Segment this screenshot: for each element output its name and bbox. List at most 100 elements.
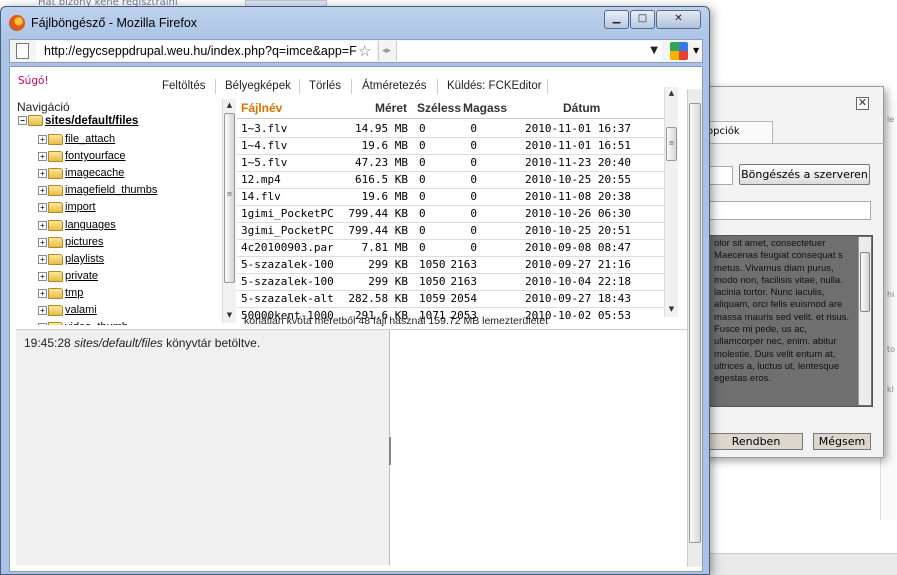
tree-item[interactable]: + file_attach [38, 133, 115, 145]
maximize-button[interactable]: □ [630, 10, 655, 29]
file-list: ▲Fájlnév Méret Széless Magass Dátum 1~3.… [237, 99, 677, 323]
navigation-heading: Navigáció [17, 100, 70, 114]
expand-icon[interactable]: + [38, 237, 47, 247]
scroll-up-icon[interactable]: ▲ [665, 87, 678, 99]
scroll-down-icon[interactable]: ▼ [665, 303, 678, 315]
tree-item[interactable]: + imagecache [38, 167, 124, 179]
file-name-cell: 5-szazalek-1000 [241, 275, 333, 288]
op-thumbnails[interactable]: Bélyegképek [225, 80, 291, 92]
folder-icon [48, 321, 63, 325]
window-title: Fájlböngésző - Mozilla Firefox [31, 16, 198, 30]
dialog-url-field[interactable] [709, 166, 733, 185]
file-row[interactable]: 3gimi_PocketPC 799.44 KB 0 0 2010-10-25 20:5… [237, 223, 677, 240]
file-date-cell: 2010-11-08 20:38 [525, 190, 631, 203]
file-date-cell: 2010-10-25 20:51 [525, 224, 631, 237]
bookmark-star-icon[interactable]: ☆ [358, 41, 371, 61]
file-scroll-thumb[interactable]: ≡ [666, 127, 677, 161]
expand-icon[interactable]: + [38, 151, 47, 161]
expand-icon[interactable]: + [38, 322, 47, 325]
browse-server-button[interactable]: Böngészés a szerveren [739, 164, 870, 185]
address-bar[interactable]: http://egycseppdrupal.weu.hu/index.php?q… [36, 41, 376, 61]
file-date-cell: 2010-10-26 06:30 [525, 207, 631, 220]
scroll-down-icon[interactable]: ▼ [223, 309, 236, 321]
dialog-tab-options[interactable]: opciók [703, 121, 773, 143]
expand-icon[interactable]: + [38, 168, 47, 178]
tree-item[interactable]: + valami [38, 304, 97, 316]
background-bottom-bar [700, 553, 897, 575]
file-row[interactable]: 5-szazalek-1000 299 KB 1050 2163 2010-09-27 … [237, 257, 677, 274]
file-height-cell: 0 [470, 224, 477, 237]
expand-icon[interactable]: + [38, 254, 47, 264]
file-row[interactable]: 5-szazalek-altal282.58 KB105920542010-09… [237, 291, 677, 308]
expand-icon[interactable]: + [38, 202, 47, 212]
column-width[interactable]: Széless [417, 101, 461, 115]
file-height-cell: 0 [470, 156, 477, 169]
expand-icon[interactable]: + [38, 134, 47, 144]
file-date-cell: 2010-11-01 16:37 [525, 122, 631, 135]
tree-item[interactable]: + tmp [38, 287, 83, 299]
file-row[interactable]: 5-szazalek-1000 299 KB 1050 2163 2010-10-04 … [237, 274, 677, 291]
page-scrollbar[interactable] [687, 89, 702, 567]
file-height-cell: 0 [470, 122, 477, 135]
search-input[interactable]: ▼ [396, 41, 662, 61]
expand-icon[interactable]: + [38, 185, 47, 195]
file-list-scrollbar[interactable]: ▲ ≡ ▼ [664, 87, 678, 317]
dialog-alt-field[interactable] [709, 201, 871, 220]
tree-item[interactable]: + playlists [38, 253, 104, 265]
file-size-cell: 799.44 KB [348, 207, 408, 220]
column-name[interactable]: ▲Fájlnév [241, 101, 282, 115]
op-send-fckeditor[interactable]: Küldés: FCKEditor [447, 80, 542, 92]
folder-icon [48, 150, 63, 162]
tree-item[interactable]: + fontyourface [38, 150, 126, 162]
op-upload[interactable]: Feltöltés [162, 80, 205, 92]
tree-item[interactable]: + imagefield_thumbs [38, 184, 157, 196]
tree-item[interactable]: + import [38, 201, 96, 213]
tree-item[interactable]: +video_thumb [38, 321, 128, 325]
cancel-button[interactable]: Mégsem [813, 433, 871, 450]
file-row[interactable]: 1~5.flv 47.23 MB 0 0 2010-11-23 20:40 [237, 155, 677, 172]
chevron-down-icon[interactable]: ▼ [650, 41, 658, 61]
tree-scrollbar[interactable]: ▲ ≡ ▼ [222, 99, 236, 323]
tree-item[interactable]: + private [38, 270, 98, 282]
folder-icon [48, 201, 63, 213]
file-name-cell: 1~4.flv [241, 139, 288, 152]
expand-icon[interactable]: + [38, 271, 47, 281]
column-height[interactable]: Magass [463, 101, 507, 115]
search-engine-icon[interactable] [670, 42, 688, 60]
dialog-close-icon[interactable]: ✕ [856, 97, 869, 110]
tree-item[interactable]: + languages [38, 219, 116, 231]
folder-icon [48, 167, 63, 179]
file-row[interactable]: 14.flv 19.6 MB 0 0 2010-11-08 20:38 [237, 189, 677, 206]
collapse-icon[interactable]: − [18, 116, 27, 126]
column-size[interactable]: Méret [375, 101, 407, 115]
folder-tree: Navigáció − sites/default/files + file_att… [16, 99, 221, 325]
page-scroll-thumb[interactable] [689, 103, 701, 543]
file-height-cell: 2163 [450, 258, 478, 271]
file-row[interactable]: 4c20100903.par 7.81 MB 0 0 2010-09-08 08:47 [237, 240, 677, 257]
minimize-button[interactable]: ▁ [604, 10, 629, 29]
firefox-window: Fájlböngésző - Mozilla Firefox ▁ □ ✕ htt… [0, 6, 710, 575]
close-window-button[interactable]: ✕ [656, 10, 701, 29]
expand-icon[interactable]: + [38, 288, 47, 298]
search-engine-dropdown-icon[interactable]: ▼ [693, 42, 699, 60]
expand-icon[interactable]: + [38, 220, 47, 230]
tree-scroll-thumb[interactable]: ≡ [224, 113, 235, 283]
op-resize[interactable]: Átméretezés [362, 80, 427, 92]
ok-button[interactable]: Rendben [709, 433, 803, 450]
op-delete[interactable]: Törlés [309, 80, 341, 92]
column-date[interactable]: Dátum [563, 101, 600, 115]
expand-icon[interactable]: + [38, 305, 47, 315]
toolbar-divider [215, 79, 216, 94]
title-bar[interactable]: Fájlböngésző - Mozilla Firefox ▁ □ ✕ [1, 7, 709, 35]
preview-scrollbar[interactable] [858, 237, 871, 405]
imce-content: Súgó! Feltöltés Bélyegképek Törlés Átmér… [9, 66, 703, 572]
file-row[interactable]: 1gimi_PocketPC 799.44 KB 0 0 2010-10-26 06:3… [237, 206, 677, 223]
tree-root-folder[interactable]: − sites/default/files [18, 115, 138, 127]
help-link[interactable]: Súgó! [18, 75, 49, 87]
file-row[interactable]: 1~3.flv 14.95 MB 0 0 2010-11-01 16:37 [237, 121, 677, 138]
file-row[interactable]: 12.mp4 616.5 KB 0 0 2010-10-25 20:55 [237, 172, 677, 189]
tree-item[interactable]: + pictures [38, 236, 104, 248]
preview-scroll-thumb[interactable] [860, 252, 870, 312]
scroll-up-icon[interactable]: ▲ [223, 99, 236, 111]
file-row[interactable]: 1~4.flv 19.6 MB 0 0 2010-11-01 16:51 [237, 138, 677, 155]
